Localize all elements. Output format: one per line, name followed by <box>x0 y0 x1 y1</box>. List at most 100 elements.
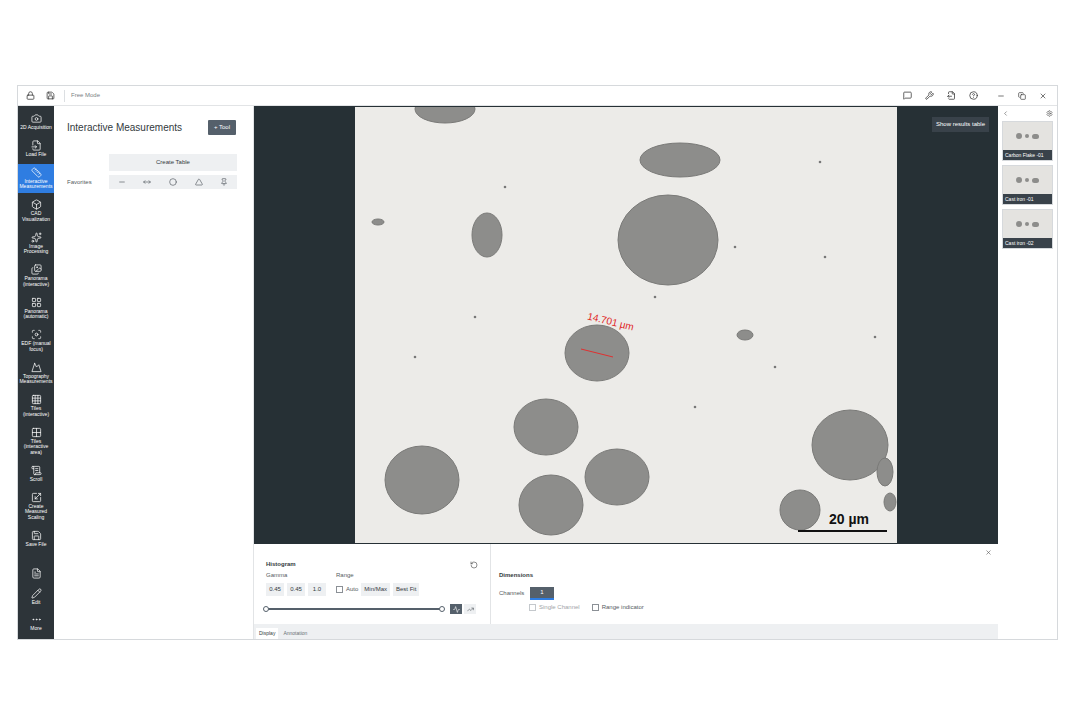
show-results-button[interactable]: Show results table <box>932 117 989 132</box>
add-tool-button[interactable]: + Tool <box>208 120 236 135</box>
reset-icon[interactable] <box>470 561 478 569</box>
checkbox-option[interactable]: Single Channel <box>529 603 580 612</box>
measure-tool-icon <box>169 178 177 186</box>
panel-title: Interactive Measurements <box>67 120 182 135</box>
sidebar-item[interactable]: CAD Visualization <box>18 196 54 226</box>
scale-button[interactable] <box>450 604 462 614</box>
sidebar-item[interactable]: EDF (manual focus) <box>18 326 54 356</box>
sidebar-item[interactable]: Panorama (automatic) <box>18 294 54 324</box>
thumbnail-label: Cast iron -02 <box>1003 238 1052 248</box>
close-icon <box>985 549 992 556</box>
bottom-tab[interactable]: Display <box>256 628 278 640</box>
gallery-thumbnail[interactable]: Cast iron -02 <box>1002 209 1053 249</box>
favorites-label: Favorites <box>67 178 109 187</box>
toolbar-icon <box>903 91 912 100</box>
checkbox-option[interactable]: Auto <box>336 585 358 594</box>
gamma-field[interactable]: 0.45 <box>287 583 305 596</box>
thumbnail-image <box>1003 122 1052 150</box>
sidebar-label: Topography Measurements <box>19 374 53 386</box>
sidebar-item[interactable]: Save File <box>18 527 54 551</box>
window-control[interactable] <box>990 92 1011 100</box>
measure-tool-button[interactable] <box>143 178 151 186</box>
tool-icon <box>31 614 42 625</box>
toolbar-button[interactable] <box>962 91 984 100</box>
measure-tool-icon <box>118 178 126 186</box>
checkbox-option[interactable]: Range indicator <box>592 603 644 612</box>
tool-icon <box>31 568 42 579</box>
close-panel-button[interactable] <box>985 549 992 556</box>
sidebar-item[interactable]: 2D Acquisition <box>18 110 54 134</box>
chart-icon <box>453 606 460 613</box>
measure-tool-icon <box>143 178 151 186</box>
measurement-panel: Interactive Measurements + Tool Create Tab… <box>54 106 254 639</box>
gallery-thumbnail[interactable]: Cast iron -01 <box>1002 165 1053 205</box>
sidebar-label: Load File <box>19 152 53 158</box>
tool-icon <box>31 113 42 124</box>
collapse-icon[interactable] <box>1002 110 1009 117</box>
tool-icon <box>31 394 42 405</box>
create-table-button[interactable]: Create Table <box>109 154 237 171</box>
tool-icon <box>31 427 42 438</box>
sidebar-item[interactable]: Tiles (interactive) <box>18 391 54 421</box>
gamma-field[interactable]: 0.45 <box>266 583 284 596</box>
tool-icon <box>31 167 42 178</box>
toolbar-icon <box>925 91 934 100</box>
checkbox[interactable] <box>592 604 599 611</box>
micrograph[interactable]: 14.701 µm20 µm <box>355 107 897 543</box>
image-viewport: Show results table 14.701 µm20 µm <box>254 106 998 544</box>
window-control[interactable] <box>1032 92 1053 100</box>
sidebar-item[interactable]: Image Processing <box>18 229 54 259</box>
thumbnail-image <box>1003 210 1052 238</box>
sidebar-label: Edit <box>19 600 53 606</box>
sidebar-item[interactable]: More <box>18 611 54 635</box>
toolbar-button[interactable] <box>896 91 918 100</box>
measure-tool-button[interactable] <box>169 178 177 186</box>
window-control-icon <box>1039 92 1047 100</box>
checkbox[interactable] <box>336 586 343 593</box>
sidebar-label: Panorama (interactive) <box>19 276 53 288</box>
center: Show results table 14.701 µm20 µm Histogra… <box>254 106 998 639</box>
sidebar-item[interactable]: Topography Measurements <box>18 359 54 389</box>
range-button[interactable]: Best Fit <box>393 583 419 596</box>
histogram-title: Histogram <box>266 560 296 569</box>
measure-tool-button[interactable] <box>118 178 126 186</box>
sidebar-label: EDF (manual focus) <box>19 341 53 353</box>
bottom-tab[interactable]: Annotation <box>280 628 310 640</box>
toolbar-button[interactable] <box>940 91 962 100</box>
sidebar-item[interactable]: Panorama (interactive) <box>18 261 54 291</box>
gallery-thumbnail[interactable]: Carbon Flake -01 <box>1002 121 1053 161</box>
tool-icon <box>31 588 42 599</box>
sidebar-item[interactable]: Load File <box>18 137 54 161</box>
measure-tool-button[interactable] <box>220 178 228 186</box>
sidebar-item[interactable]: Scroll <box>18 462 54 486</box>
lock-button[interactable] <box>22 91 38 100</box>
sidebar-item[interactable]: Interactive Measurements <box>18 164 54 194</box>
measure-tool-icon <box>195 178 203 186</box>
slider-handle[interactable] <box>263 606 269 612</box>
sidebar-label: Image Processing <box>19 244 53 256</box>
sidebar-label: Scroll <box>19 477 53 483</box>
checkbox[interactable] <box>529 604 536 611</box>
measure-tool-button[interactable] <box>195 178 203 186</box>
thumbnail-label: Cast iron -01 <box>1003 194 1052 204</box>
sidebar-item[interactable]: Tiles (interactive area) <box>18 424 54 459</box>
histogram-slider[interactable] <box>266 605 442 613</box>
gamma-field[interactable]: 1.0 <box>308 583 326 596</box>
channel-tab[interactable]: 1 <box>530 587 553 600</box>
sidebar-label: Interactive Measurements <box>19 179 53 191</box>
gear-icon[interactable] <box>1046 110 1053 117</box>
range-button[interactable]: Min/Max <box>361 583 390 596</box>
window-control[interactable] <box>1011 92 1032 100</box>
sidebar-item[interactable]: Create Measured Scaling <box>18 489 54 524</box>
page: Free Mode2D AcquisitionLoad FileInteract… <box>0 0 1080 720</box>
sidebar-label: Panorama (automatic) <box>19 309 53 321</box>
slider-handle[interactable] <box>439 606 445 612</box>
tool-icon <box>31 264 42 275</box>
scale-button[interactable] <box>464 604 476 614</box>
toolbar-button[interactable] <box>918 91 940 100</box>
sidebar-item[interactable] <box>18 565 54 582</box>
sidebar-item[interactable]: Edit <box>18 585 54 609</box>
save-button[interactable] <box>42 91 58 100</box>
tool-icon <box>31 232 42 243</box>
tool-icon <box>31 492 42 503</box>
